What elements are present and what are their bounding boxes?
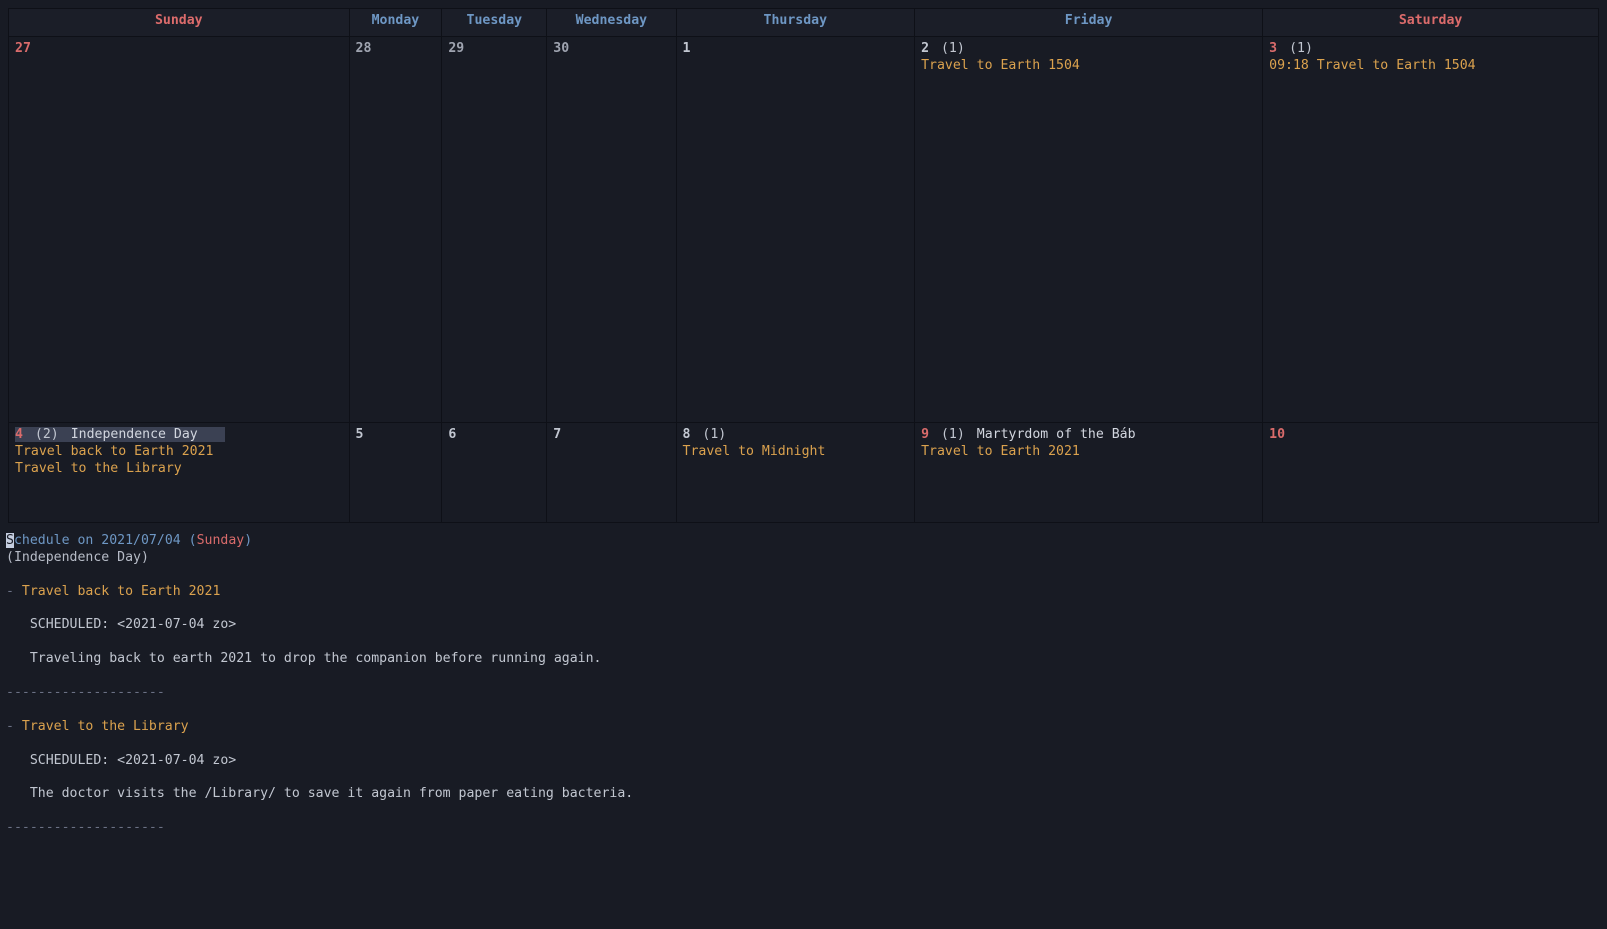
day-number: 5 <box>356 427 368 442</box>
weekday-header-row: Sunday Monday Tuesday Wednesday Thursday… <box>9 9 1599 37</box>
day-number: 29 <box>448 41 468 56</box>
cursor-icon: S <box>6 533 14 548</box>
day-number: 1 <box>683 41 695 56</box>
calendar-grid: Sunday Monday Tuesday Wednesday Thursday… <box>8 8 1599 523</box>
schedule-item-body: The doctor visits the /Library/ to save … <box>6 786 1601 803</box>
schedule-item[interactable]: - Travel back to Earth 2021 <box>6 584 1601 601</box>
weekday-header-sun: Sunday <box>9 9 350 37</box>
day-number: 3 <box>1269 41 1281 56</box>
weekday-header-wed: Wednesday <box>547 9 676 37</box>
schedule-prefix: chedule on <box>14 533 101 548</box>
day-cell[interactable]: 30 <box>547 37 676 423</box>
schedule-item[interactable]: - Travel to the Library <box>6 719 1601 736</box>
weekday-header-thu: Thursday <box>676 9 915 37</box>
entry-count: (2) <box>35 427 59 442</box>
weekday-header-sat: Saturday <box>1263 9 1599 37</box>
day-cell[interactable]: 2 (1) Travel to Earth 1504 <box>915 37 1263 423</box>
holiday-label: Martyrdom of the Báb <box>973 427 1136 442</box>
day-number: 8 <box>683 427 695 442</box>
entry-count: (1) <box>1289 41 1313 56</box>
day-cell[interactable]: 29 <box>442 37 547 423</box>
bullet-icon: - <box>6 719 22 734</box>
calendar-entry[interactable]: Travel to Earth 1504 <box>921 58 1256 75</box>
holiday-label: Independence Day <box>67 427 198 442</box>
day-cell[interactable]: 8 (1) Travel to Midnight <box>676 423 915 523</box>
day-number: 28 <box>356 41 376 56</box>
day-number: 30 <box>553 41 573 56</box>
separator: -------------------- <box>6 820 1601 837</box>
day-number: 9 <box>921 427 933 442</box>
calendar-entry[interactable]: Travel back to Earth 2021 <box>15 444 343 461</box>
entry-count: (1) <box>702 427 726 442</box>
schedule-header: Schedule on 2021/07/04 (Sunday) <box>6 533 1601 550</box>
schedule-pane: Schedule on 2021/07/04 (Sunday) (Indepen… <box>0 523 1607 837</box>
selected-day-header: 4 (2) Independence Day <box>15 427 225 442</box>
schedule-item-title: Travel back to Earth 2021 <box>22 584 221 599</box>
calendar-row: 27 28 29 30 1 2 (1) Travel to Earth 1504 <box>9 37 1599 423</box>
day-cell[interactable]: 9 (1) Martyrdom of the Báb Travel to Ear… <box>915 423 1263 523</box>
day-cell-selected[interactable]: 4 (2) Independence Day Travel back to Ea… <box>9 423 350 523</box>
weekday-header-tue: Tuesday <box>442 9 547 37</box>
calendar-entry[interactable]: Travel to Earth 2021 <box>921 444 1256 461</box>
day-cell[interactable]: 27 <box>9 37 350 423</box>
day-number: 7 <box>553 427 565 442</box>
schedule-item-title: Travel to the Library <box>22 719 189 734</box>
day-cell[interactable]: 3 (1) 09:18 Travel to Earth 1504 <box>1263 37 1599 423</box>
day-number: 6 <box>448 427 460 442</box>
calendar-row: 4 (2) Independence Day Travel back to Ea… <box>9 423 1599 523</box>
day-cell[interactable]: 28 <box>349 37 442 423</box>
day-number: 27 <box>15 41 35 56</box>
schedule-item-scheduled: SCHEDULED: <2021-07-04 zo> <box>6 617 1601 634</box>
day-cell[interactable]: 6 <box>442 423 547 523</box>
calendar-entry[interactable]: 09:18 Travel to Earth 1504 <box>1269 58 1592 75</box>
schedule-dayname: Sunday <box>197 533 245 548</box>
weekday-header-fri: Friday <box>915 9 1263 37</box>
day-cell[interactable]: 1 <box>676 37 915 423</box>
entry-count: (1) <box>941 41 965 56</box>
separator: -------------------- <box>6 685 1601 702</box>
schedule-item-body: Traveling back to earth 2021 to drop the… <box>6 651 1601 668</box>
day-number: 10 <box>1269 427 1289 442</box>
day-number: 4 <box>15 427 27 442</box>
day-cell[interactable]: 7 <box>547 423 676 523</box>
schedule-item-scheduled: SCHEDULED: <2021-07-04 zo> <box>6 753 1601 770</box>
day-cell[interactable]: 5 <box>349 423 442 523</box>
calendar-entry[interactable]: Travel to Midnight <box>683 444 909 461</box>
bullet-icon: - <box>6 584 22 599</box>
calendar-entry[interactable]: Travel to the Library <box>15 461 343 478</box>
schedule-holiday: (Independence Day) <box>6 550 1601 567</box>
day-cell[interactable]: 10 <box>1263 423 1599 523</box>
schedule-close-paren: ) <box>244 533 252 548</box>
schedule-date: 2021/07/04 <box>101 533 180 548</box>
day-number: 2 <box>921 41 933 56</box>
entry-count: (1) <box>941 427 965 442</box>
weekday-header-mon: Monday <box>349 9 442 37</box>
schedule-open-paren: ( <box>181 533 197 548</box>
